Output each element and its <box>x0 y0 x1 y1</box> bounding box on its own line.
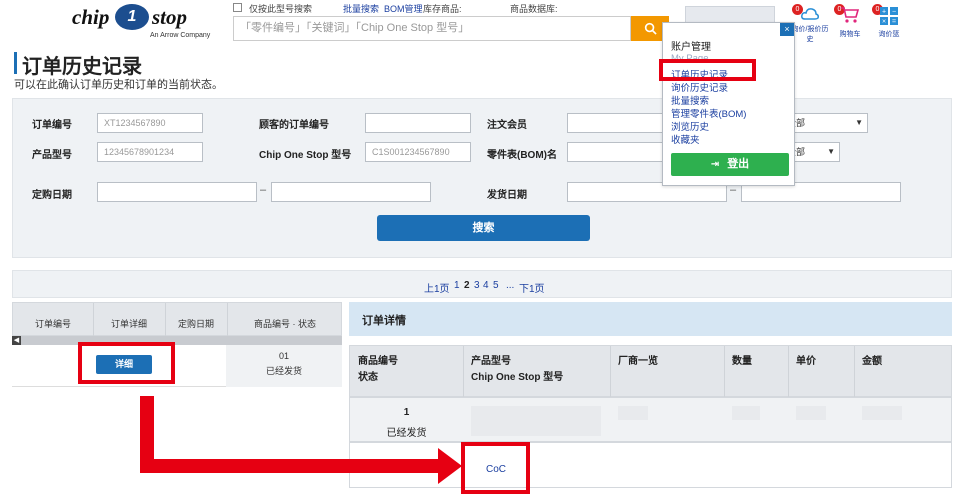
annotation-arrow <box>140 396 462 484</box>
